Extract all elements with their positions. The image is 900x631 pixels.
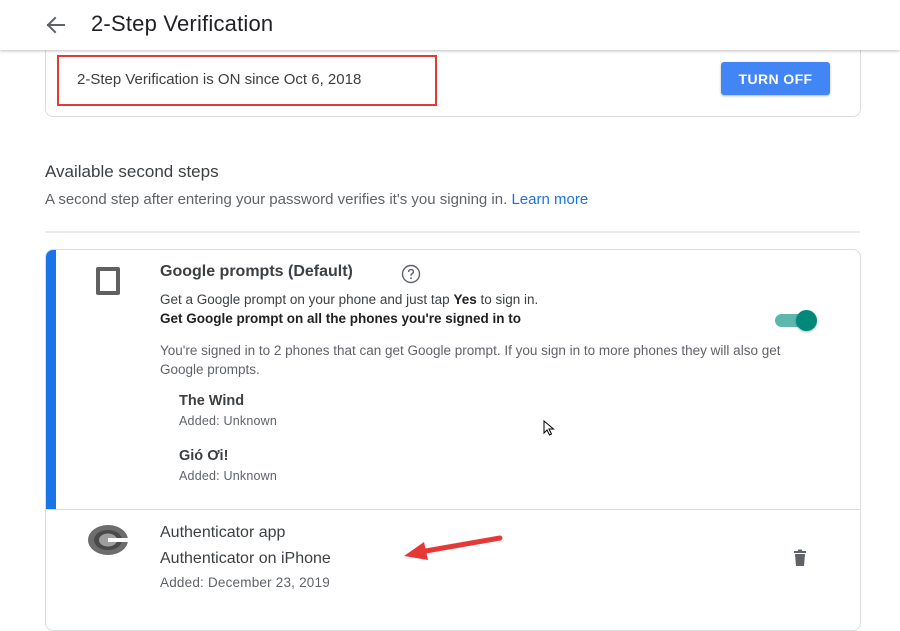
- section-description: A second step after entering your passwo…: [45, 191, 588, 208]
- status-text: 2-Step Verification is ON since Oct 6, 2…: [77, 71, 362, 88]
- arrow-back-icon: [46, 16, 65, 34]
- card-divider: [46, 509, 860, 510]
- all-phones-label: Get Google prompt on all the phones you'…: [160, 311, 521, 326]
- turn-off-button[interactable]: TURN OFF: [721, 62, 830, 95]
- back-button[interactable]: [40, 10, 72, 40]
- section-description-text: A second step after entering your passwo…: [45, 191, 508, 208]
- device-added: Added: Unknown: [179, 414, 278, 428]
- desc-bold: Yes: [453, 292, 477, 307]
- device-name: The Wind: [179, 393, 245, 409]
- divider: [45, 231, 860, 233]
- default-method-accent-bar: [46, 250, 56, 510]
- help-circle-icon[interactable]: [401, 264, 421, 284]
- device-name: Gió Ơi!: [179, 448, 229, 464]
- section-title: Available second steps: [45, 162, 219, 181]
- toggle-knob: [796, 310, 817, 331]
- authenticator-icon: [88, 525, 129, 555]
- page-title: 2-Step Verification: [91, 11, 274, 36]
- top-app-bar: 2-Step Verification: [0, 0, 900, 50]
- google-prompts-title: Google prompts (Default): [160, 263, 353, 280]
- desc-prefix: Get a Google prompt on your phone and ju…: [160, 292, 454, 307]
- device-added: Added: Unknown: [179, 469, 278, 483]
- authenticator-device: Authenticator on iPhone: [160, 550, 331, 567]
- google-prompts-description: Get a Google prompt on your phone and ju…: [160, 292, 538, 307]
- authenticator-title: Authenticator app: [160, 524, 286, 541]
- authenticator-added: Added: December 23, 2019: [160, 575, 330, 590]
- phone-icon: [96, 267, 120, 295]
- trash-icon[interactable]: [790, 548, 810, 568]
- signed-in-info: You're signed in to 2 phones that can ge…: [160, 343, 781, 377]
- desc-suffix: to sign in.: [476, 292, 539, 307]
- all-phones-toggle[interactable]: [773, 309, 821, 331]
- learn-more-link[interactable]: Learn more: [511, 191, 588, 208]
- red-arrow-annotation-icon: [404, 535, 503, 560]
- mouse-cursor-icon: [543, 420, 555, 436]
